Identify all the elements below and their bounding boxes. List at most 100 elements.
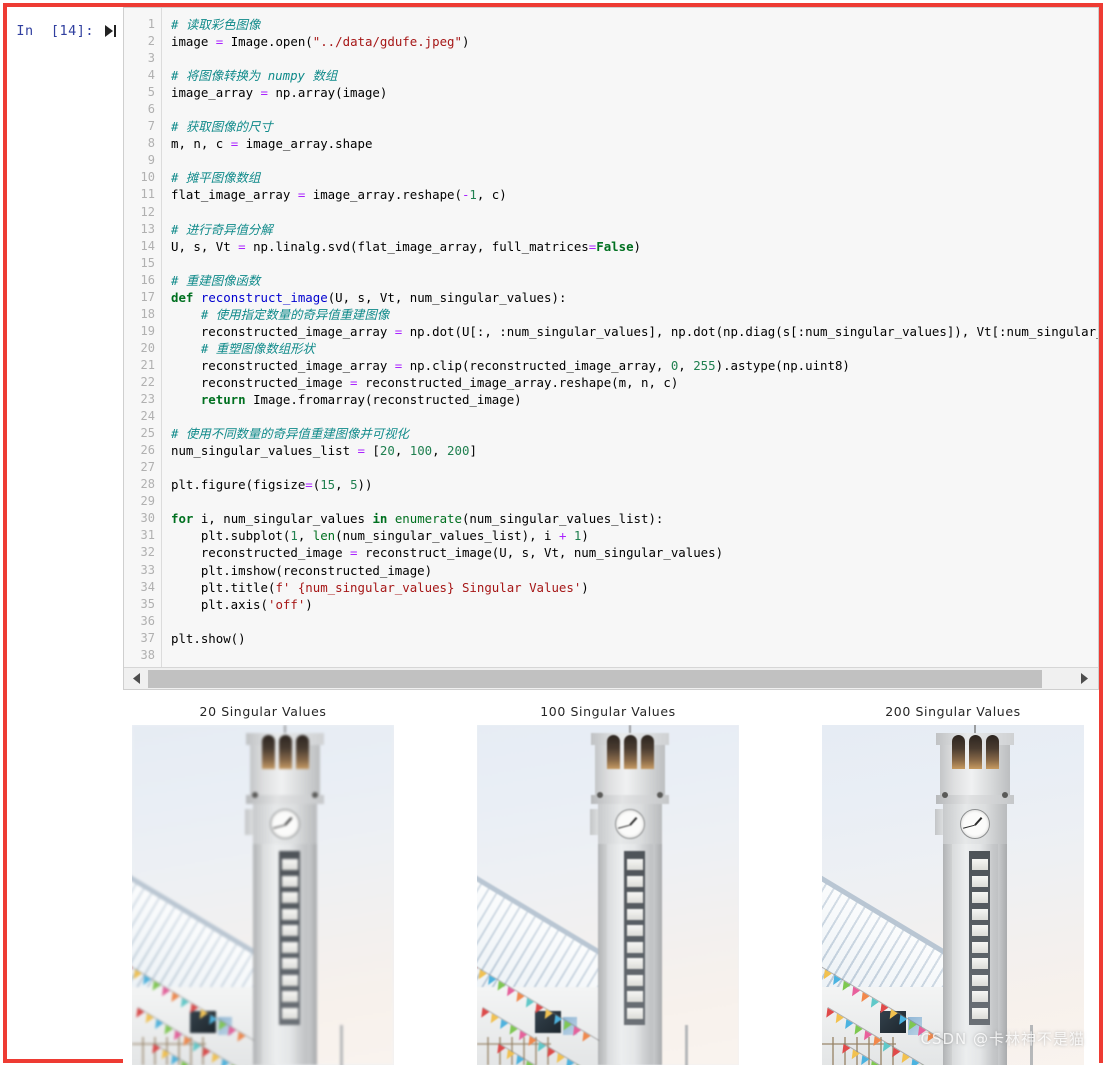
line-number: 21 — [140, 357, 155, 372]
line-number: 25 — [140, 426, 155, 441]
pennant-flag — [167, 992, 180, 1005]
clock-face — [960, 809, 990, 839]
pennant-flag — [534, 1041, 546, 1054]
tower-slot-window — [971, 958, 988, 969]
code-line: return Image.fromarray(reconstructed_ima… — [171, 391, 1098, 408]
line-number-gutter: 1 2 3 4 5 6 7 8 9 10 11 12 13 14 15 16 17 18 19 20 21 22 23 24 2… — [124, 8, 162, 667]
code-token: U, s, Vt — [171, 238, 239, 254]
line-number: 23 — [140, 392, 155, 407]
scrollbar-track[interactable] — [148, 669, 1074, 688]
code-text-area[interactable]: # 读取彩色图像 image = Image.open("../data/gduf… — [162, 8, 1098, 667]
code-editor[interactable]: 1 2 3 4 5 6 7 8 9 10 11 12 13 14 15 16 17 18 19 20 21 22 23 24 2… — [123, 7, 1099, 690]
code-editor-body: 1 2 3 4 5 6 7 8 9 10 11 12 13 14 15 16 17 18 19 20 21 22 23 24 2… — [124, 8, 1098, 667]
code-token: 1 — [290, 528, 298, 544]
tower-slot-window — [281, 1007, 298, 1019]
tower-right-edge — [308, 844, 317, 1065]
code-token: reconstructed_image — [171, 545, 351, 561]
code-token: = — [350, 374, 358, 390]
run-cell-icon[interactable] — [104, 24, 117, 38]
code-line: # 进行奇异值分解 — [171, 221, 1098, 238]
code-line: plt.axis('off') — [171, 596, 1098, 613]
pennant-flag — [888, 1047, 901, 1060]
belfry-arch — [641, 735, 654, 769]
belfry-arch — [296, 735, 309, 769]
pennant-flag — [217, 1058, 230, 1065]
pennant-flag — [543, 1047, 556, 1060]
tower-slot-window — [626, 908, 643, 920]
code-token: )) — [357, 477, 373, 493]
code-token: # 使用指定数量的奇异值重建图像 — [171, 306, 390, 322]
horizontal-scrollbar[interactable] — [124, 667, 1098, 689]
tower-slot-window — [281, 925, 298, 936]
tower-slot-window — [281, 908, 298, 920]
tower-slot-window — [971, 892, 988, 903]
pennant-flag — [158, 1049, 170, 1062]
tower-slot-window — [626, 941, 643, 953]
pennant-flag — [524, 1036, 537, 1049]
pennant-flag — [179, 1036, 192, 1049]
code-token: reconstruct_image — [200, 289, 328, 305]
code-token: image — [171, 34, 216, 50]
line-number: 28 — [140, 477, 155, 492]
line-number: 37 — [140, 630, 155, 645]
pennant-flag — [860, 1030, 873, 1043]
code-line: # 将图像转换为 numpy 数组 — [171, 67, 1098, 84]
scrollbar-thumb[interactable] — [148, 669, 1042, 688]
code-token: plt.subplot( — [171, 528, 291, 544]
pennant-flag — [149, 980, 161, 993]
code-line: # 重塑图像数组形状 — [171, 340, 1098, 357]
code-line: plt.imshow(reconstructed_image) — [171, 562, 1098, 579]
line-number: 15 — [140, 255, 155, 270]
clock-tower-photo — [132, 725, 394, 1065]
code-line: reconstructed_image_array = np.clip(reco… — [171, 357, 1098, 374]
pennant-flag — [857, 992, 870, 1005]
tower-slot-window — [281, 991, 298, 1002]
pennant-flag — [905, 1020, 917, 1033]
code-token: Image.open( — [223, 34, 313, 50]
flag-pole — [340, 1025, 343, 1065]
line-number: 2 — [147, 34, 155, 49]
line-number: 31 — [140, 528, 155, 543]
subplot: 100 Singular Values — [477, 699, 739, 1065]
code-token: reconstructed_image — [171, 374, 351, 390]
execution-count-label: In [14]: — [16, 23, 94, 39]
line-number: 8 — [147, 136, 155, 151]
tower-slot-window — [971, 908, 988, 920]
line-number: 26 — [140, 443, 155, 458]
line-number: 5 — [147, 85, 155, 100]
tower-slot-window — [971, 991, 988, 1002]
pennant-flag — [177, 997, 189, 1010]
code-token: = — [350, 545, 358, 561]
pennant-flag — [914, 1026, 927, 1039]
code-token: f' {num_singular_values} — [275, 579, 462, 595]
cell-input-row: In [14]: 1 2 3 4 5 6 7 8 9 10 11 12 13 14 15 16 17 18 19 20… — [7, 7, 1099, 697]
flag-pole — [1030, 1025, 1033, 1065]
scroll-right-arrow-icon[interactable] — [1074, 668, 1096, 689]
line-number: 20 — [140, 340, 155, 355]
tower-slot-window — [281, 875, 298, 887]
code-token: # 将图像转换为 numpy 数组 — [171, 68, 338, 84]
scroll-left-arrow-icon[interactable] — [126, 668, 148, 689]
line-number: 22 — [140, 374, 155, 389]
clock-face — [270, 809, 300, 839]
pennant-flag — [515, 1030, 528, 1043]
code-line: # 读取彩色图像 — [171, 16, 1098, 33]
tower-slot-window — [626, 974, 643, 986]
code-line: reconstructed_image_array = np.dot(U[:, … — [171, 323, 1098, 340]
selected-code-cell[interactable]: In [14]: 1 2 3 4 5 6 7 8 9 10 11 12 13 14 15 16 17 18 19 20… — [3, 3, 1103, 1065]
code-token: 100 — [409, 443, 433, 459]
code-token: = — [260, 85, 268, 101]
code-token: # 重建图像函数 — [171, 272, 261, 288]
pennant-flag — [167, 1055, 180, 1065]
code-token: , — [297, 528, 313, 544]
code-token: (num_singular_values_list), i — [335, 528, 559, 544]
clock-tower-photo — [822, 725, 1084, 1065]
